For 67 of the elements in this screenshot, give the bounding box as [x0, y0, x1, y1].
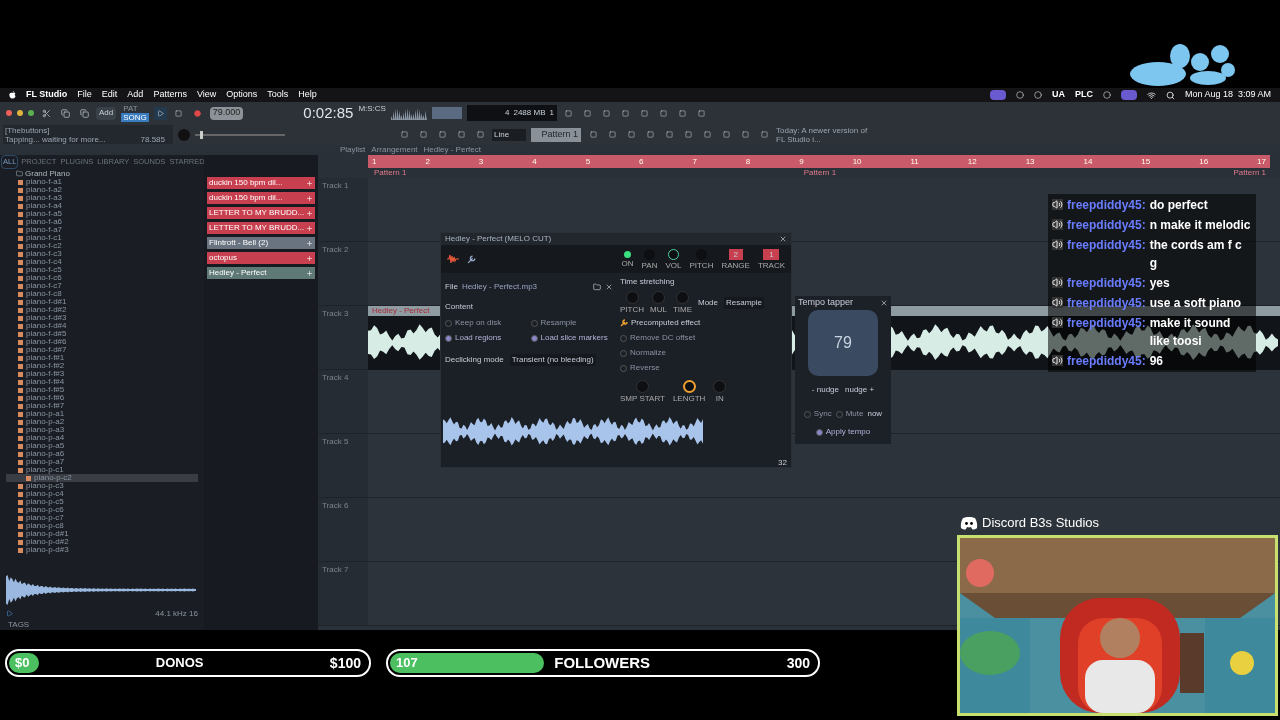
- chat-message: yes: [1149, 275, 1170, 292]
- playback-time: 0:02:85: [303, 102, 354, 123]
- filename-text: Hedley - Perfect.mp3: [461, 281, 538, 293]
- goal-target: $100: [329, 653, 361, 673]
- option-label: Apply tempo: [825, 426, 871, 438]
- knob-label: PITCH: [620, 305, 644, 314]
- knob-label: IN: [715, 394, 724, 403]
- option-label: Remove DC offset: [630, 332, 696, 344]
- discord-label: Discord B3s Studios: [982, 514, 1100, 532]
- file-label: File: [445, 281, 458, 293]
- knob-label: LENGTH: [672, 394, 706, 403]
- knob-label: RANGE: [721, 260, 750, 270]
- pattern-marker: Pattern 1: [803, 168, 837, 178]
- chat-username: freepdiddy45:: [1067, 237, 1146, 254]
- sample-info: 44.1 kHz 16: [155, 607, 198, 620]
- tapper-title: Tempo tapper: [798, 296, 854, 310]
- pattern-marker: Pattern 1: [374, 168, 407, 178]
- chat-username: freepdiddy45:: [1067, 315, 1146, 332]
- zoom-value: 32: [778, 457, 787, 467]
- chat-message: 96: [1149, 353, 1164, 370]
- chat-username: freepdiddy45:: [1067, 197, 1146, 214]
- hint-value: 78.585: [140, 134, 165, 144]
- knob-label: PITCH: [689, 260, 714, 270]
- plugin-title: Hedley - Perfect (MELO CUT): [445, 233, 552, 245]
- goal-label: FOLLOWERS: [553, 652, 652, 673]
- chat-username: freepdiddy45:: [1067, 217, 1146, 234]
- tags-label: TAGS: [8, 618, 30, 631]
- chat-username: freepdiddy45:: [1067, 295, 1146, 312]
- option-label: Reverse: [630, 362, 660, 374]
- stretch-label: Time stretching: [620, 276, 676, 288]
- option-label: Normalize: [630, 347, 666, 359]
- chat-username: freepdiddy45:: [1067, 275, 1146, 292]
- hint-title: [Thebuttons]: [5, 125, 50, 135]
- chat-message: do perfect: [1149, 197, 1208, 214]
- knob-label: MUL: [650, 305, 667, 314]
- knob-label: TIME: [672, 305, 692, 314]
- option-label: Sync: [813, 408, 832, 420]
- option-label: Load slice markers: [540, 332, 608, 344]
- knob-label: VOL: [665, 260, 682, 270]
- menu-clock: Mon Aug 18 3:09 AM: [1184, 88, 1271, 102]
- chat-message: use a soft piano: [1149, 295, 1242, 312]
- content-label: Content: [445, 301, 475, 313]
- knob-label: TRACK: [757, 260, 785, 270]
- chat-message: n make it melodic: [1149, 217, 1251, 234]
- knob-label: PAN: [641, 260, 658, 270]
- hint-text: Tapping... waiting for more...: [5, 134, 106, 144]
- time-unit: M:S:CS: [358, 103, 386, 115]
- goal-target: 300: [786, 653, 810, 673]
- goal-current: 107: [396, 654, 418, 673]
- option-label: Resample: [540, 317, 577, 329]
- memory-usage: 2488 MB: [513, 107, 546, 119]
- option-label: Keep on disk: [455, 317, 502, 329]
- option-label: Load regions: [455, 332, 502, 344]
- option-label: Mute: [845, 408, 864, 420]
- cpu-count: 1: [549, 107, 554, 119]
- knob-label: ON: [621, 258, 634, 268]
- declick-label: Declicking mode: [445, 354, 504, 366]
- voice-count: 4: [505, 107, 510, 119]
- mode-label: Mode: [698, 296, 718, 309]
- goal-label: DONOS: [154, 654, 205, 673]
- goal-current: $0: [15, 654, 30, 673]
- now-label: now: [867, 408, 883, 420]
- chat-username: freepdiddy45:: [1067, 353, 1146, 370]
- knob-label: SMP START: [620, 394, 665, 403]
- pattern-marker: Pattern 1: [1233, 168, 1266, 178]
- effects-label: Precomputed effect: [631, 317, 701, 329]
- chat-message: make it sound like toosi: [1149, 315, 1232, 350]
